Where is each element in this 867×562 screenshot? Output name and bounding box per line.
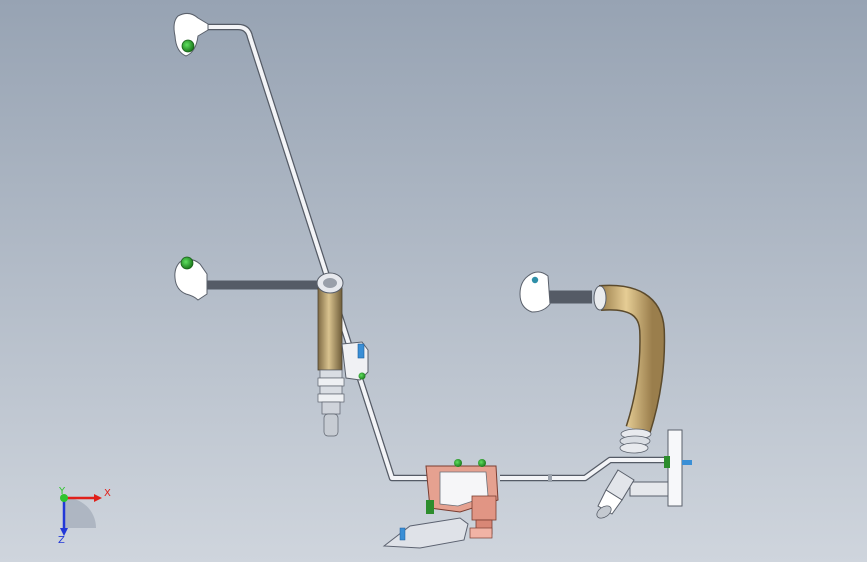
y-axis-label: Y xyxy=(58,486,66,497)
assembly-drawing: X Y Z xyxy=(58,12,692,549)
bracket-screw xyxy=(357,343,365,359)
x-axis-arrowhead xyxy=(94,494,102,502)
vertical-shaft-assembly[interactable] xyxy=(316,272,369,437)
x-axis-label: X xyxy=(104,488,111,499)
flexible-hose[interactable] xyxy=(593,284,666,454)
mount-tab-right[interactable] xyxy=(519,271,592,313)
fitting-block[interactable] xyxy=(382,459,499,549)
coordinate-triad: X Y Z xyxy=(58,486,111,546)
mount-tab-middle[interactable] xyxy=(174,256,320,301)
grommet-middle xyxy=(180,256,194,270)
z-axis-label: Z xyxy=(58,535,65,546)
rigid-tube[interactable] xyxy=(194,23,628,482)
cad-viewport[interactable]: X Y Z xyxy=(0,0,867,562)
grommet-top xyxy=(181,39,195,53)
mount-tab-top[interactable] xyxy=(173,12,209,57)
